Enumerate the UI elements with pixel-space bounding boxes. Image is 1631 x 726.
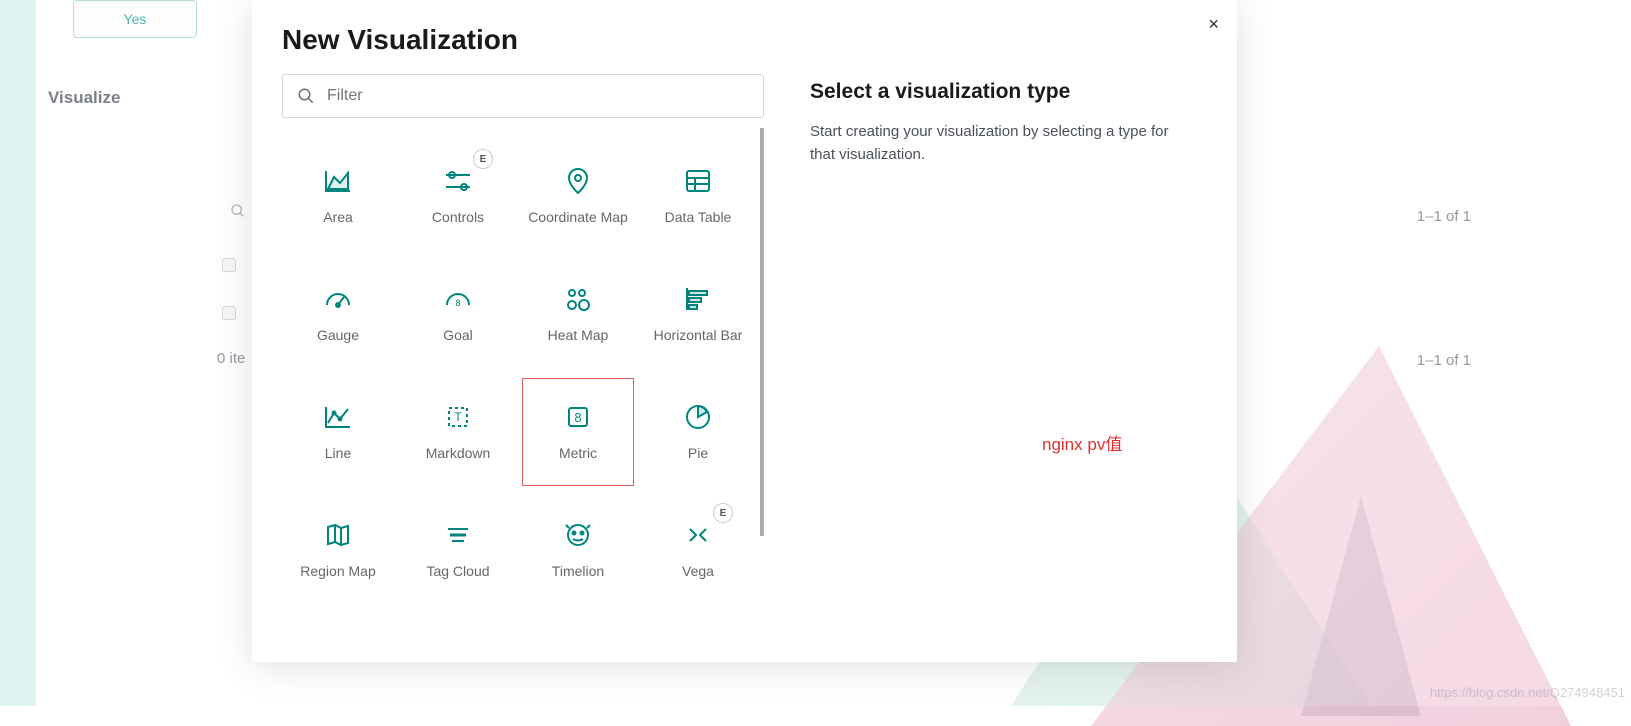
markdown-icon: T <box>442 401 474 433</box>
search-icon <box>297 87 315 105</box>
viz-type-area[interactable]: Area <box>282 142 394 250</box>
close-icon[interactable]: × <box>1208 14 1219 35</box>
horizontal-bar-icon <box>682 283 714 315</box>
watermark: https://blog.csdn.net/Q274948451 <box>1430 685 1625 700</box>
gauge-icon <box>322 283 354 315</box>
viz-type-label: Coordinate Map <box>528 209 628 227</box>
viz-type-horizontal-bar[interactable]: Horizontal Bar <box>642 260 754 368</box>
viz-type-label: Markdown <box>426 445 491 463</box>
viz-type-label: Line <box>325 445 351 463</box>
experimental-badge: E <box>473 149 493 169</box>
svg-text:8: 8 <box>574 410 581 425</box>
controls-icon <box>442 165 474 197</box>
viz-type-label: Tag Cloud <box>426 563 489 581</box>
filter-input-wrapper[interactable] <box>282 74 764 118</box>
experimental-badge: E <box>713 503 733 523</box>
line-icon <box>322 401 354 433</box>
viz-type-pie[interactable]: Pie <box>642 378 754 486</box>
goal-icon: 8 <box>442 283 474 315</box>
viz-type-timelion[interactable]: Timelion <box>522 496 634 604</box>
viz-type-markdown[interactable]: T Markdown <box>402 378 514 486</box>
viz-type-label: Gauge <box>317 327 359 345</box>
viz-type-label: Vega <box>682 563 714 581</box>
viz-type-label: Region Map <box>300 563 376 581</box>
viz-type-tag-cloud[interactable]: Tag Cloud <box>402 496 514 604</box>
area-icon <box>322 165 354 197</box>
coordinate-map-icon <box>562 165 594 197</box>
data-table-icon <box>682 165 714 197</box>
viz-type-vega[interactable]: Vega E <box>642 496 754 604</box>
viz-type-gauge[interactable]: Gauge <box>282 260 394 368</box>
viz-type-label: Controls <box>432 209 484 227</box>
pie-icon <box>682 401 714 433</box>
viz-type-label: Pie <box>688 445 708 463</box>
new-visualization-modal: × New Visualization Area Controls E Coordin… <box>252 0 1237 662</box>
filter-input[interactable] <box>327 87 749 105</box>
viz-type-label: Area <box>323 209 353 227</box>
metric-icon: 8 <box>562 401 594 433</box>
viz-type-metric[interactable]: 8 Metric <box>522 378 634 486</box>
viz-type-goal[interactable]: 8 Goal <box>402 260 514 368</box>
help-description: Start creating your visualization by sel… <box>810 120 1170 167</box>
tag-cloud-icon <box>442 519 474 551</box>
viz-type-label: Horizontal Bar <box>654 327 743 345</box>
viz-type-coordinate-map[interactable]: Coordinate Map <box>522 142 634 250</box>
viz-type-label: Goal <box>443 327 473 345</box>
viz-type-heat-map[interactable]: Heat Map <box>522 260 634 368</box>
timelion-icon <box>562 519 594 551</box>
viz-type-label: Metric <box>559 445 597 463</box>
svg-text:T: T <box>454 410 462 424</box>
annotation-text: nginx pv值 <box>1042 430 1122 455</box>
svg-text:8: 8 <box>455 298 460 308</box>
viz-type-label: Timelion <box>552 563 604 581</box>
help-heading: Select a visualization type <box>810 80 1207 104</box>
heat-map-icon <box>562 283 594 315</box>
region-map-icon <box>322 519 354 551</box>
vega-icon <box>682 519 714 551</box>
viz-type-label: Data Table <box>665 209 732 227</box>
scrollbar[interactable] <box>760 128 764 536</box>
modal-title: New Visualization <box>282 24 1207 56</box>
viz-type-label: Heat Map <box>548 327 609 345</box>
viz-type-data-table[interactable]: Data Table <box>642 142 754 250</box>
viz-type-controls[interactable]: Controls E <box>402 142 514 250</box>
viz-type-line[interactable]: Line <box>282 378 394 486</box>
viz-type-region-map[interactable]: Region Map <box>282 496 394 604</box>
